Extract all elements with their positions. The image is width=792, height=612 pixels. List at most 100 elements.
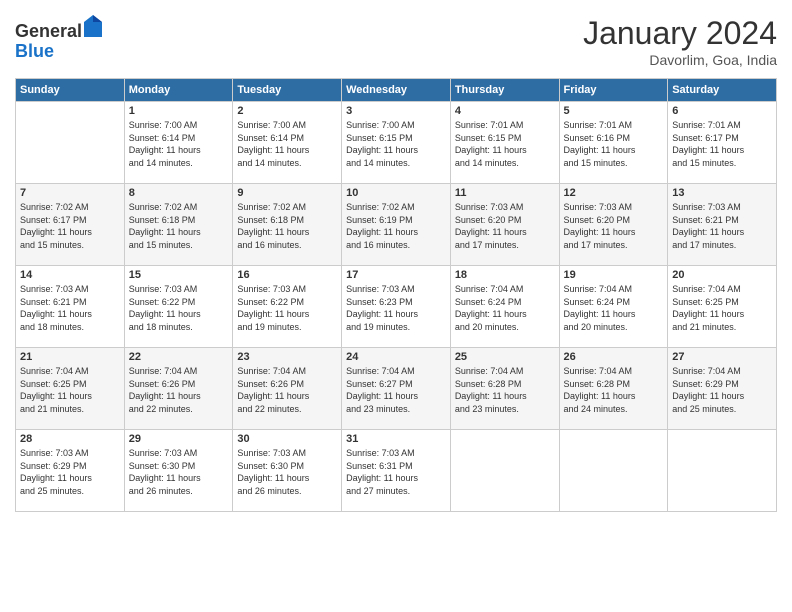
day-info: Sunrise: 7:02 AM Sunset: 6:18 PM Dayligh… [237,201,337,251]
calendar-week-row: 1 Sunrise: 7:00 AM Sunset: 6:14 PM Daylig… [16,102,777,184]
day-number: 24 [346,351,446,363]
day-number: 21 [20,351,120,363]
table-row: 21 Sunrise: 7:04 AM Sunset: 6:25 PM Dayli… [16,348,125,430]
calendar-week-row: 7Sunrise: 7:02 AM Sunset: 6:17 PM Daylig… [16,184,777,266]
table-row: 12Sunrise: 7:03 AM Sunset: 6:20 PM Dayli… [559,184,668,266]
day-info: Sunrise: 7:04 AM Sunset: 6:27 PM Dayligh… [346,365,446,415]
col-sunday: Sunday [16,79,125,102]
logo: General Blue [15,15,102,62]
day-info: Sunrise: 7:04 AM Sunset: 6:25 PM Dayligh… [672,283,772,333]
day-number: 1 [129,105,229,117]
table-row: 31 Sunrise: 7:03 AM Sunset: 6:31 PM Dayli… [342,430,451,512]
table-row: 1 Sunrise: 7:00 AM Sunset: 6:14 PM Daylig… [124,102,233,184]
table-row: 6Sunrise: 7:01 AM Sunset: 6:17 PM Daylig… [668,102,777,184]
col-friday: Friday [559,79,668,102]
col-wednesday: Wednesday [342,79,451,102]
table-row: 2 Sunrise: 7:00 AM Sunset: 6:14 PM Daylig… [233,102,342,184]
day-number: 17 [346,269,446,281]
day-info: Sunrise: 7:03 AM Sunset: 6:22 PM Dayligh… [129,283,229,333]
table-row: 23 Sunrise: 7:04 AM Sunset: 6:26 PM Dayli… [233,348,342,430]
col-monday: Monday [124,79,233,102]
col-thursday: Thursday [450,79,559,102]
day-number: 31 [346,433,446,445]
day-info: Sunrise: 7:03 AM Sunset: 6:21 PM Dayligh… [672,201,772,251]
day-info: Sunrise: 7:02 AM Sunset: 6:19 PM Dayligh… [346,201,446,251]
day-info: Sunrise: 7:02 AM Sunset: 6:17 PM Dayligh… [20,201,120,251]
table-row: 22 Sunrise: 7:04 AM Sunset: 6:26 PM Dayli… [124,348,233,430]
page-container: General Blue January 2024 Davorlim, Goa,… [0,0,792,522]
title-block: January 2024 Davorlim, Goa, India [583,15,777,68]
day-number: 28 [20,433,120,445]
table-row: 20 Sunrise: 7:04 AM Sunset: 6:25 PM Dayli… [668,266,777,348]
table-row: 24 Sunrise: 7:04 AM Sunset: 6:27 PM Dayli… [342,348,451,430]
day-number: 30 [237,433,337,445]
day-info: Sunrise: 7:02 AM Sunset: 6:18 PM Dayligh… [129,201,229,251]
month-title: January 2024 [583,15,777,52]
table-row: 15 Sunrise: 7:03 AM Sunset: 6:22 PM Dayli… [124,266,233,348]
day-number: 25 [455,351,555,363]
day-info: Sunrise: 7:04 AM Sunset: 6:28 PM Dayligh… [455,365,555,415]
table-row: 19 Sunrise: 7:04 AM Sunset: 6:24 PM Dayli… [559,266,668,348]
day-number: 16 [237,269,337,281]
logo-general-text: General [15,21,82,41]
day-number: 19 [564,269,664,281]
day-info: Sunrise: 7:03 AM Sunset: 6:29 PM Dayligh… [20,447,120,497]
day-info: Sunrise: 7:04 AM Sunset: 6:25 PM Dayligh… [20,365,120,415]
day-number: 6 [672,105,772,117]
day-number: 5 [564,105,664,117]
table-row: 28 Sunrise: 7:03 AM Sunset: 6:29 PM Dayli… [16,430,125,512]
day-info: Sunrise: 7:01 AM Sunset: 6:16 PM Dayligh… [564,119,664,169]
day-number: 23 [237,351,337,363]
table-row: 9Sunrise: 7:02 AM Sunset: 6:18 PM Daylig… [233,184,342,266]
day-number: 29 [129,433,229,445]
day-number: 14 [20,269,120,281]
table-row [668,430,777,512]
table-row: 30Sunrise: 7:03 AM Sunset: 6:30 PM Dayli… [233,430,342,512]
col-saturday: Saturday [668,79,777,102]
table-row: 14 Sunrise: 7:03 AM Sunset: 6:21 PM Dayli… [16,266,125,348]
day-info: Sunrise: 7:04 AM Sunset: 6:24 PM Dayligh… [564,283,664,333]
table-row: 16Sunrise: 7:03 AM Sunset: 6:22 PM Dayli… [233,266,342,348]
day-info: Sunrise: 7:04 AM Sunset: 6:26 PM Dayligh… [129,365,229,415]
day-info: Sunrise: 7:03 AM Sunset: 6:21 PM Dayligh… [20,283,120,333]
day-number: 8 [129,187,229,199]
table-row: 8 Sunrise: 7:02 AM Sunset: 6:18 PM Daylig… [124,184,233,266]
page-header: General Blue January 2024 Davorlim, Goa,… [15,15,777,68]
table-row [16,102,125,184]
day-number: 12 [564,187,664,199]
table-row [559,430,668,512]
day-info: Sunrise: 7:04 AM Sunset: 6:24 PM Dayligh… [455,283,555,333]
day-info: Sunrise: 7:03 AM Sunset: 6:20 PM Dayligh… [455,201,555,251]
day-number: 20 [672,269,772,281]
day-number: 15 [129,269,229,281]
day-number: 2 [237,105,337,117]
day-info: Sunrise: 7:01 AM Sunset: 6:15 PM Dayligh… [455,119,555,169]
table-row: 11 Sunrise: 7:03 AM Sunset: 6:20 PM Dayli… [450,184,559,266]
table-row: 4Sunrise: 7:01 AM Sunset: 6:15 PM Daylig… [450,102,559,184]
day-number: 11 [455,187,555,199]
day-number: 26 [564,351,664,363]
table-row: 13Sunrise: 7:03 AM Sunset: 6:21 PM Dayli… [668,184,777,266]
day-info: Sunrise: 7:00 AM Sunset: 6:14 PM Dayligh… [129,119,229,169]
table-row: 25 Sunrise: 7:04 AM Sunset: 6:28 PM Dayli… [450,348,559,430]
table-row: 27Sunrise: 7:04 AM Sunset: 6:29 PM Dayli… [668,348,777,430]
day-number: 18 [455,269,555,281]
day-info: Sunrise: 7:00 AM Sunset: 6:14 PM Dayligh… [237,119,337,169]
table-row: 18 Sunrise: 7:04 AM Sunset: 6:24 PM Dayli… [450,266,559,348]
day-number: 3 [346,105,446,117]
logo-icon [84,15,102,37]
table-row: 26 Sunrise: 7:04 AM Sunset: 6:28 PM Dayli… [559,348,668,430]
table-row: 29 Sunrise: 7:03 AM Sunset: 6:30 PM Dayli… [124,430,233,512]
day-info: Sunrise: 7:03 AM Sunset: 6:31 PM Dayligh… [346,447,446,497]
day-info: Sunrise: 7:03 AM Sunset: 6:30 PM Dayligh… [129,447,229,497]
day-number: 22 [129,351,229,363]
day-info: Sunrise: 7:04 AM Sunset: 6:26 PM Dayligh… [237,365,337,415]
calendar-table: Sunday Monday Tuesday Wednesday Thursday… [15,78,777,512]
col-tuesday: Tuesday [233,79,342,102]
table-row: 10Sunrise: 7:02 AM Sunset: 6:19 PM Dayli… [342,184,451,266]
calendar-week-row: 28 Sunrise: 7:03 AM Sunset: 6:29 PM Dayli… [16,430,777,512]
day-info: Sunrise: 7:04 AM Sunset: 6:28 PM Dayligh… [564,365,664,415]
calendar-week-row: 14 Sunrise: 7:03 AM Sunset: 6:21 PM Dayli… [16,266,777,348]
day-info: Sunrise: 7:00 AM Sunset: 6:15 PM Dayligh… [346,119,446,169]
table-row: 7Sunrise: 7:02 AM Sunset: 6:17 PM Daylig… [16,184,125,266]
